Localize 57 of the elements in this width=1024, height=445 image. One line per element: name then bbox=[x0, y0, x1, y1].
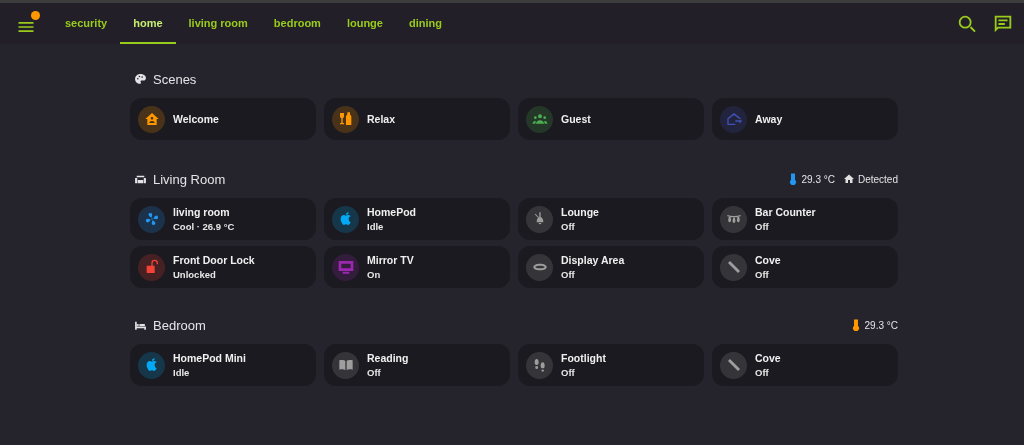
tile-state: Off bbox=[367, 367, 382, 378]
tile-state: Cool · 26.9 °C bbox=[173, 221, 235, 232]
tile-name: Reading bbox=[367, 352, 409, 364]
section-title: Bedroom bbox=[153, 317, 207, 333]
presence-status: Detected bbox=[857, 173, 898, 185]
temperature-reading: 29.3 °C bbox=[864, 319, 898, 331]
tile-state: Off bbox=[561, 367, 576, 378]
tab[interactable]: bedroom bbox=[260, 3, 334, 44]
entity-tile[interactable]: Footlight Off bbox=[518, 344, 704, 386]
entity-tile[interactable]: living room Cool · 26.9 °C bbox=[130, 198, 316, 240]
tile-name: Front Door Lock bbox=[173, 254, 255, 266]
entity-tile[interactable]: Front Door Lock Unlocked bbox=[130, 246, 316, 288]
palette-icon bbox=[134, 72, 147, 86]
tile-name: Lounge bbox=[561, 206, 599, 218]
tile-name: Relax bbox=[367, 113, 396, 125]
tile-name: Away bbox=[755, 113, 783, 125]
scene-tile[interactable]: Welcome bbox=[130, 98, 316, 140]
tab[interactable]: lounge bbox=[333, 3, 396, 44]
tab[interactable]: dining bbox=[395, 3, 455, 44]
tile-name: living room bbox=[173, 206, 231, 218]
tile-state: On bbox=[367, 269, 382, 280]
entity-tile[interactable]: Cove Off bbox=[712, 246, 898, 288]
section-title: Living Room bbox=[153, 171, 227, 187]
tile-state: Off bbox=[755, 367, 770, 378]
tile-state: Idle bbox=[173, 367, 191, 378]
scene-tile[interactable]: Away bbox=[712, 98, 898, 140]
entity-tile[interactable]: Cove Off bbox=[712, 344, 898, 386]
tab[interactable]: security bbox=[52, 3, 121, 44]
tab[interactable]: home bbox=[120, 3, 176, 44]
entity-tile[interactable]: HomePod Idle bbox=[324, 198, 510, 240]
tile-name: Display Area bbox=[561, 254, 625, 266]
tile-state: Off bbox=[561, 221, 576, 232]
tile-state: Off bbox=[561, 269, 576, 280]
scene-tile[interactable]: Guest bbox=[518, 98, 704, 140]
entity-tile[interactable]: Display Area Off bbox=[518, 246, 704, 288]
scene-tile[interactable]: Relax bbox=[324, 98, 510, 140]
temperature-reading: 29.3 °C bbox=[801, 173, 835, 185]
tile-name: HomePod Mini bbox=[173, 352, 246, 364]
tile-name: Cove bbox=[755, 352, 781, 364]
tile-state: Off bbox=[755, 269, 770, 280]
entity-tile[interactable]: Lounge Off bbox=[518, 198, 704, 240]
tab[interactable]: living room bbox=[175, 3, 261, 44]
tile-state: Off bbox=[755, 221, 770, 232]
tile-state: Idle bbox=[367, 221, 385, 232]
tile-state: Unlocked bbox=[173, 269, 217, 280]
tile-name: Guest bbox=[561, 113, 591, 125]
tile-name: HomePod bbox=[367, 206, 416, 218]
tile-name: Cove bbox=[755, 254, 781, 266]
entity-tile[interactable]: Reading Off bbox=[324, 344, 510, 386]
tile-name: Welcome bbox=[173, 113, 219, 125]
entity-tile[interactable]: Mirror TV On bbox=[324, 246, 510, 288]
tile-name: Bar Counter bbox=[755, 206, 816, 218]
entity-tile[interactable]: HomePod Mini Idle bbox=[130, 344, 316, 386]
entity-tile[interactable]: Bar Counter Off bbox=[712, 198, 898, 240]
tile-name: Mirror TV bbox=[367, 254, 414, 266]
tile-name: Footlight bbox=[561, 352, 606, 364]
section-title: Scenes bbox=[153, 71, 198, 87]
